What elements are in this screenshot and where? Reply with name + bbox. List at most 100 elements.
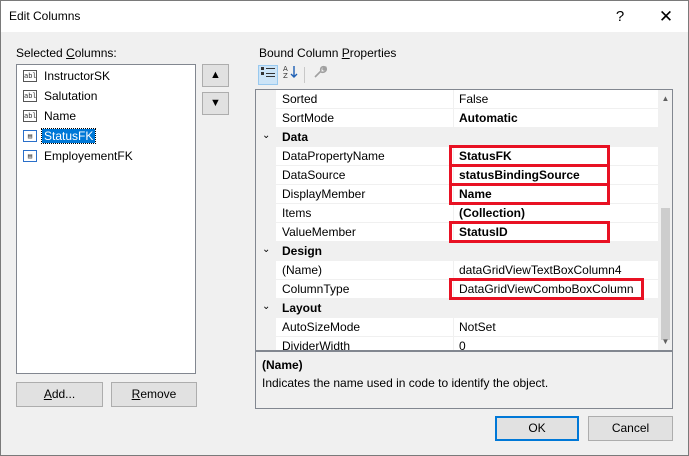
property-name: DisplayMember [282,187,366,201]
row-gutter [256,147,276,166]
column-divider[interactable] [453,90,454,109]
property-name: AutoSizeMode [282,320,361,334]
row-gutter [256,223,276,242]
textbox-column-icon: abl [23,90,37,102]
scroll-down-icon[interactable]: ▼ [658,333,672,350]
description-title: (Name) [262,358,303,372]
wrench-icon [310,65,330,85]
description-pane: (Name) Indicates the name used in code t… [255,351,673,409]
selected-columns-label: Selected Columns: [16,46,117,60]
property-name: (Name) [282,263,323,277]
textbox-column-icon: abl [23,110,37,122]
close-icon[interactable]: ✕ [644,1,688,32]
property-name: Sorted [282,92,318,106]
label-access-key: C [66,46,75,60]
edit-columns-dialog: Edit Columns ? ✕ Selected Columns: abl I… [0,0,689,456]
property-name: DataPropertyName [282,149,385,163]
list-item[interactable]: ▤ EmployementFK [21,147,191,166]
row-gutter [256,261,276,280]
row-gutter [256,185,276,204]
row-gutter [256,280,276,299]
add-button[interactable]: Add... [16,382,103,407]
bound-column-properties-label: Bound Column Properties [259,46,396,60]
scrollbar-thumb[interactable] [661,208,670,340]
combobox-column-icon: ▤ [23,130,37,142]
toolbar-separator [304,67,305,83]
property-name: DataSource [282,168,346,182]
list-item[interactable]: abl Salutation [21,87,191,106]
collapse-chevron-icon[interactable]: ⌄ [262,244,270,255]
cancel-button[interactable]: Cancel [588,416,673,441]
button-access-key: A [43,387,52,401]
property-name: Items [282,206,312,220]
property-name: ColumnType [282,282,350,296]
column-divider[interactable] [453,318,454,337]
category-name: Layout [282,301,322,315]
categorized-icon[interactable] [258,65,278,85]
column-label: InstructorSK [44,69,111,83]
help-icon[interactable]: ? [598,1,642,32]
category-name: Data [282,130,309,144]
scroll-up-icon[interactable]: ▲ [658,90,672,107]
property-value[interactable]: Automatic [459,111,518,125]
label-access-key: P [341,46,350,60]
row-gutter [256,204,276,223]
property-value[interactable]: (Collection) [459,206,525,220]
button-label: Cancel [611,421,650,435]
combobox-column-icon: ▤ [23,150,37,162]
label-text: roperties [349,46,397,60]
collapse-chevron-icon[interactable]: ⌄ [262,130,270,141]
property-grid-scrollbar[interactable]: ▲ ▼ [658,90,672,350]
row-gutter [256,90,276,109]
list-item[interactable]: abl InstructorSK [21,67,191,86]
button-label: dd... [51,387,76,401]
move-up-button[interactable]: ▲ [202,64,229,87]
column-label: Salutation [44,89,98,103]
property-row[interactable]: SortMode Automatic [256,109,658,128]
description-text: Indicates the name used in code to ident… [262,376,549,390]
arrow-up-icon: ▲ [210,69,221,81]
label-text: Bound Column [259,46,342,60]
highlight-box [449,278,644,300]
category-name: Design [282,244,323,258]
property-row[interactable]: DividerWidth 0 [256,337,658,351]
category-row-design[interactable]: ⌄ Design [256,242,658,261]
list-item-selected[interactable]: ▤ StatusFK [21,127,191,146]
column-divider[interactable] [453,109,454,128]
row-gutter [256,109,276,128]
remove-button[interactable]: Remove [111,382,197,407]
ok-button[interactable]: OK [495,416,579,441]
column-label: StatusFK [40,128,97,144]
button-label: emove [140,387,177,401]
property-row[interactable]: AutoSizeMode NotSet [256,318,658,337]
property-name: DividerWidth [282,339,351,351]
button-access-key: R [131,387,141,401]
arrow-down-icon: ▼ [210,97,221,109]
property-name: SortMode [282,111,335,125]
list-item[interactable]: abl Name [21,107,191,126]
property-value[interactable]: dataGridViewTextBoxColumn4 [459,263,622,277]
property-grid[interactable]: Sorted False SortMode Automatic ⌄ Data D… [255,89,673,351]
textbox-column-icon: abl [23,70,37,82]
property-value[interactable]: False [459,92,488,106]
label-text: Selected [16,46,67,60]
column-label: EmployementFK [44,149,133,163]
svg-text:Z: Z [283,72,288,79]
collapse-chevron-icon[interactable]: ⌄ [262,301,270,312]
dialog-title: Edit Columns [9,9,81,23]
property-row[interactable]: Sorted False [256,90,658,109]
selected-columns-list[interactable]: abl InstructorSK abl Salutation abl Name… [16,64,196,374]
row-gutter [256,337,276,350]
alphabetical-icon[interactable]: AZ [281,65,301,85]
row-gutter [256,166,276,185]
property-value[interactable]: 0 [459,339,466,350]
button-label: OK [528,421,546,435]
label-text: olumns: [74,46,117,60]
title-bar: Edit Columns ? ✕ [1,1,688,32]
property-value[interactable]: NotSet [459,320,496,334]
category-row-layout[interactable]: ⌄ Layout [256,299,658,318]
column-divider[interactable] [453,337,454,350]
move-down-button[interactable]: ▼ [202,92,229,115]
highlight-box [449,183,610,205]
property-name: ValueMember [282,225,356,239]
